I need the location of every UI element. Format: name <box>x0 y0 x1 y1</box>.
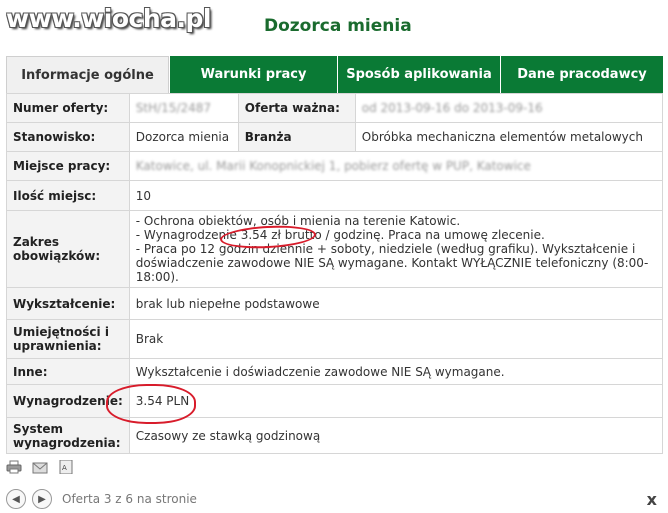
location-text: Katowice, ul. Marii Konopnickiej 1, pobi… <box>135 159 531 173</box>
arrow-left-icon[interactable]: ◀ <box>6 489 26 509</box>
position-label: Stanowisko: <box>6 122 130 152</box>
footer-actions: A <box>6 460 74 474</box>
table-row: Umiejętności i uprawnienia: Brak <box>6 319 664 359</box>
table-row: Zakres obowiązków: - Ochrona obiektów, o… <box>6 210 664 288</box>
education-label: Wykształcenie: <box>6 287 130 320</box>
tab-general-info[interactable]: Informacje ogólne <box>6 56 169 93</box>
nav-status: Oferta 3 z 6 na stronie <box>62 492 197 506</box>
table-row: System wynagrodzenia: Czasowy ze stawką … <box>6 417 664 454</box>
close-icon[interactable]: x <box>647 490 657 509</box>
offer-valid-label: Oferta ważna: <box>237 93 356 123</box>
tab-how-to-apply[interactable]: Sposób aplikowania <box>337 56 500 93</box>
places-value: 10 <box>128 180 664 211</box>
pay-system-label: System wynagrodzenia: <box>6 417 130 454</box>
duties-line: - Praca po 12 godzin dziennie + soboty, … <box>135 242 636 256</box>
printer-icon[interactable] <box>6 460 22 474</box>
pdf-icon[interactable]: A <box>58 460 74 474</box>
table-row: Numer oferty: StH/15/2487 Oferta ważna: … <box>6 93 664 123</box>
arrow-right-icon[interactable]: ▶ <box>32 489 52 509</box>
table-row: Wykształcenie: brak lub niepełne podstaw… <box>6 287 664 320</box>
offer-number-value: StH/15/2487 <box>128 93 239 123</box>
industry-value: Obróbka mechaniczna elementów metalowych <box>354 122 664 152</box>
skills-label: Umiejętności i uprawnienia: <box>6 319 130 359</box>
places-label: Ilość miejsc: <box>6 180 130 211</box>
offer-navigation: ◀ ▶ Oferta 3 z 6 na stronie x <box>6 488 663 510</box>
table-row: Wynagrodzenie: 3.54 PLN <box>6 384 664 418</box>
tab-bar: Informacje ogólne Warunki pracy Sposób a… <box>6 56 663 93</box>
tab-employer-data[interactable]: Dane pracodawcy <box>500 56 663 93</box>
offer-valid-value: od 2013-09-16 do 2013-09-16 <box>354 93 664 123</box>
industry-label: Branża <box>237 122 356 152</box>
offer-number-text: StH/15/2487 <box>135 101 212 115</box>
email-icon[interactable] <box>32 460 48 474</box>
other-label: Inne: <box>6 358 130 385</box>
salary-label: Wynagrodzenie: <box>6 384 130 418</box>
tab-work-conditions[interactable]: Warunki pracy <box>169 56 337 93</box>
skills-value: Brak <box>128 319 664 359</box>
position-value: Dozorca mienia <box>128 122 239 152</box>
duties-line: - Wynagrodzenie 3.54 zł brutto / godzinę… <box>135 228 545 242</box>
pay-system-value: Czasowy ze stawką godzinową <box>128 417 664 454</box>
duties-value: - Ochrona obiektów, osób i mienia na ter… <box>128 210 664 288</box>
duties-line: - Ochrona obiektów, osób i mienia na ter… <box>135 214 461 228</box>
table-row: Miejsce pracy: Katowice, ul. Marii Konop… <box>6 151 664 181</box>
offer-details-table: Numer oferty: StH/15/2487 Oferta ważna: … <box>6 93 664 454</box>
table-row: Inne: Wykształcenie i doświadczenie zawo… <box>6 358 664 385</box>
education-value: brak lub niepełne podstawowe <box>128 287 664 320</box>
location-label: Miejsce pracy: <box>6 151 130 181</box>
svg-text:A: A <box>62 464 67 472</box>
location-value: Katowice, ul. Marii Konopnickiej 1, pobi… <box>128 151 664 181</box>
page-title: Dozorca mienia <box>264 16 412 36</box>
table-row: Ilość miejsc: 10 <box>6 180 664 211</box>
offer-number-label: Numer oferty: <box>6 93 130 123</box>
table-row: Stanowisko: Dozorca mienia Branża Obróbk… <box>6 122 664 152</box>
duties-label: Zakres obowiązków: <box>6 210 130 288</box>
other-value: Wykształcenie i doświadczenie zawodowe N… <box>128 358 664 385</box>
salary-value: 3.54 PLN <box>128 384 664 418</box>
offer-valid-text: od 2013-09-16 do 2013-09-16 <box>361 101 543 115</box>
duties-line: doświadczenie zawodowe NIE SĄ wymagane. … <box>135 256 649 284</box>
watermark-logo: www.wiocha.pl <box>6 4 211 33</box>
